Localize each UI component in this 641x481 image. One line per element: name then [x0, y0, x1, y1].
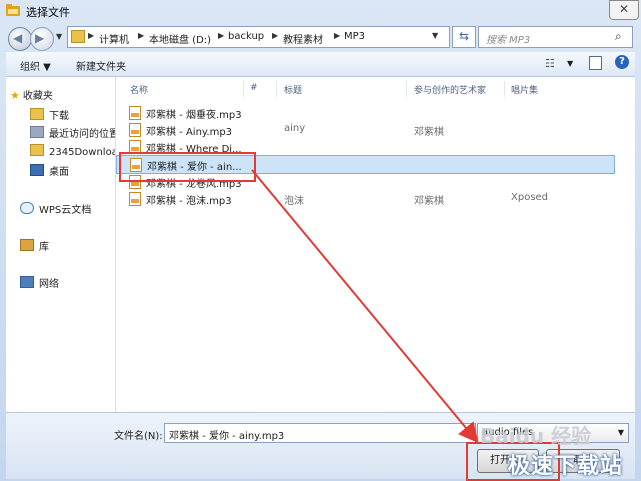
brand-watermark: 极速下载站	[508, 454, 624, 479]
highlight-box-selected-file	[119, 152, 256, 182]
baidu-watermark: Baidu 经验	[480, 424, 592, 448]
annotation-arrow	[251, 169, 479, 444]
